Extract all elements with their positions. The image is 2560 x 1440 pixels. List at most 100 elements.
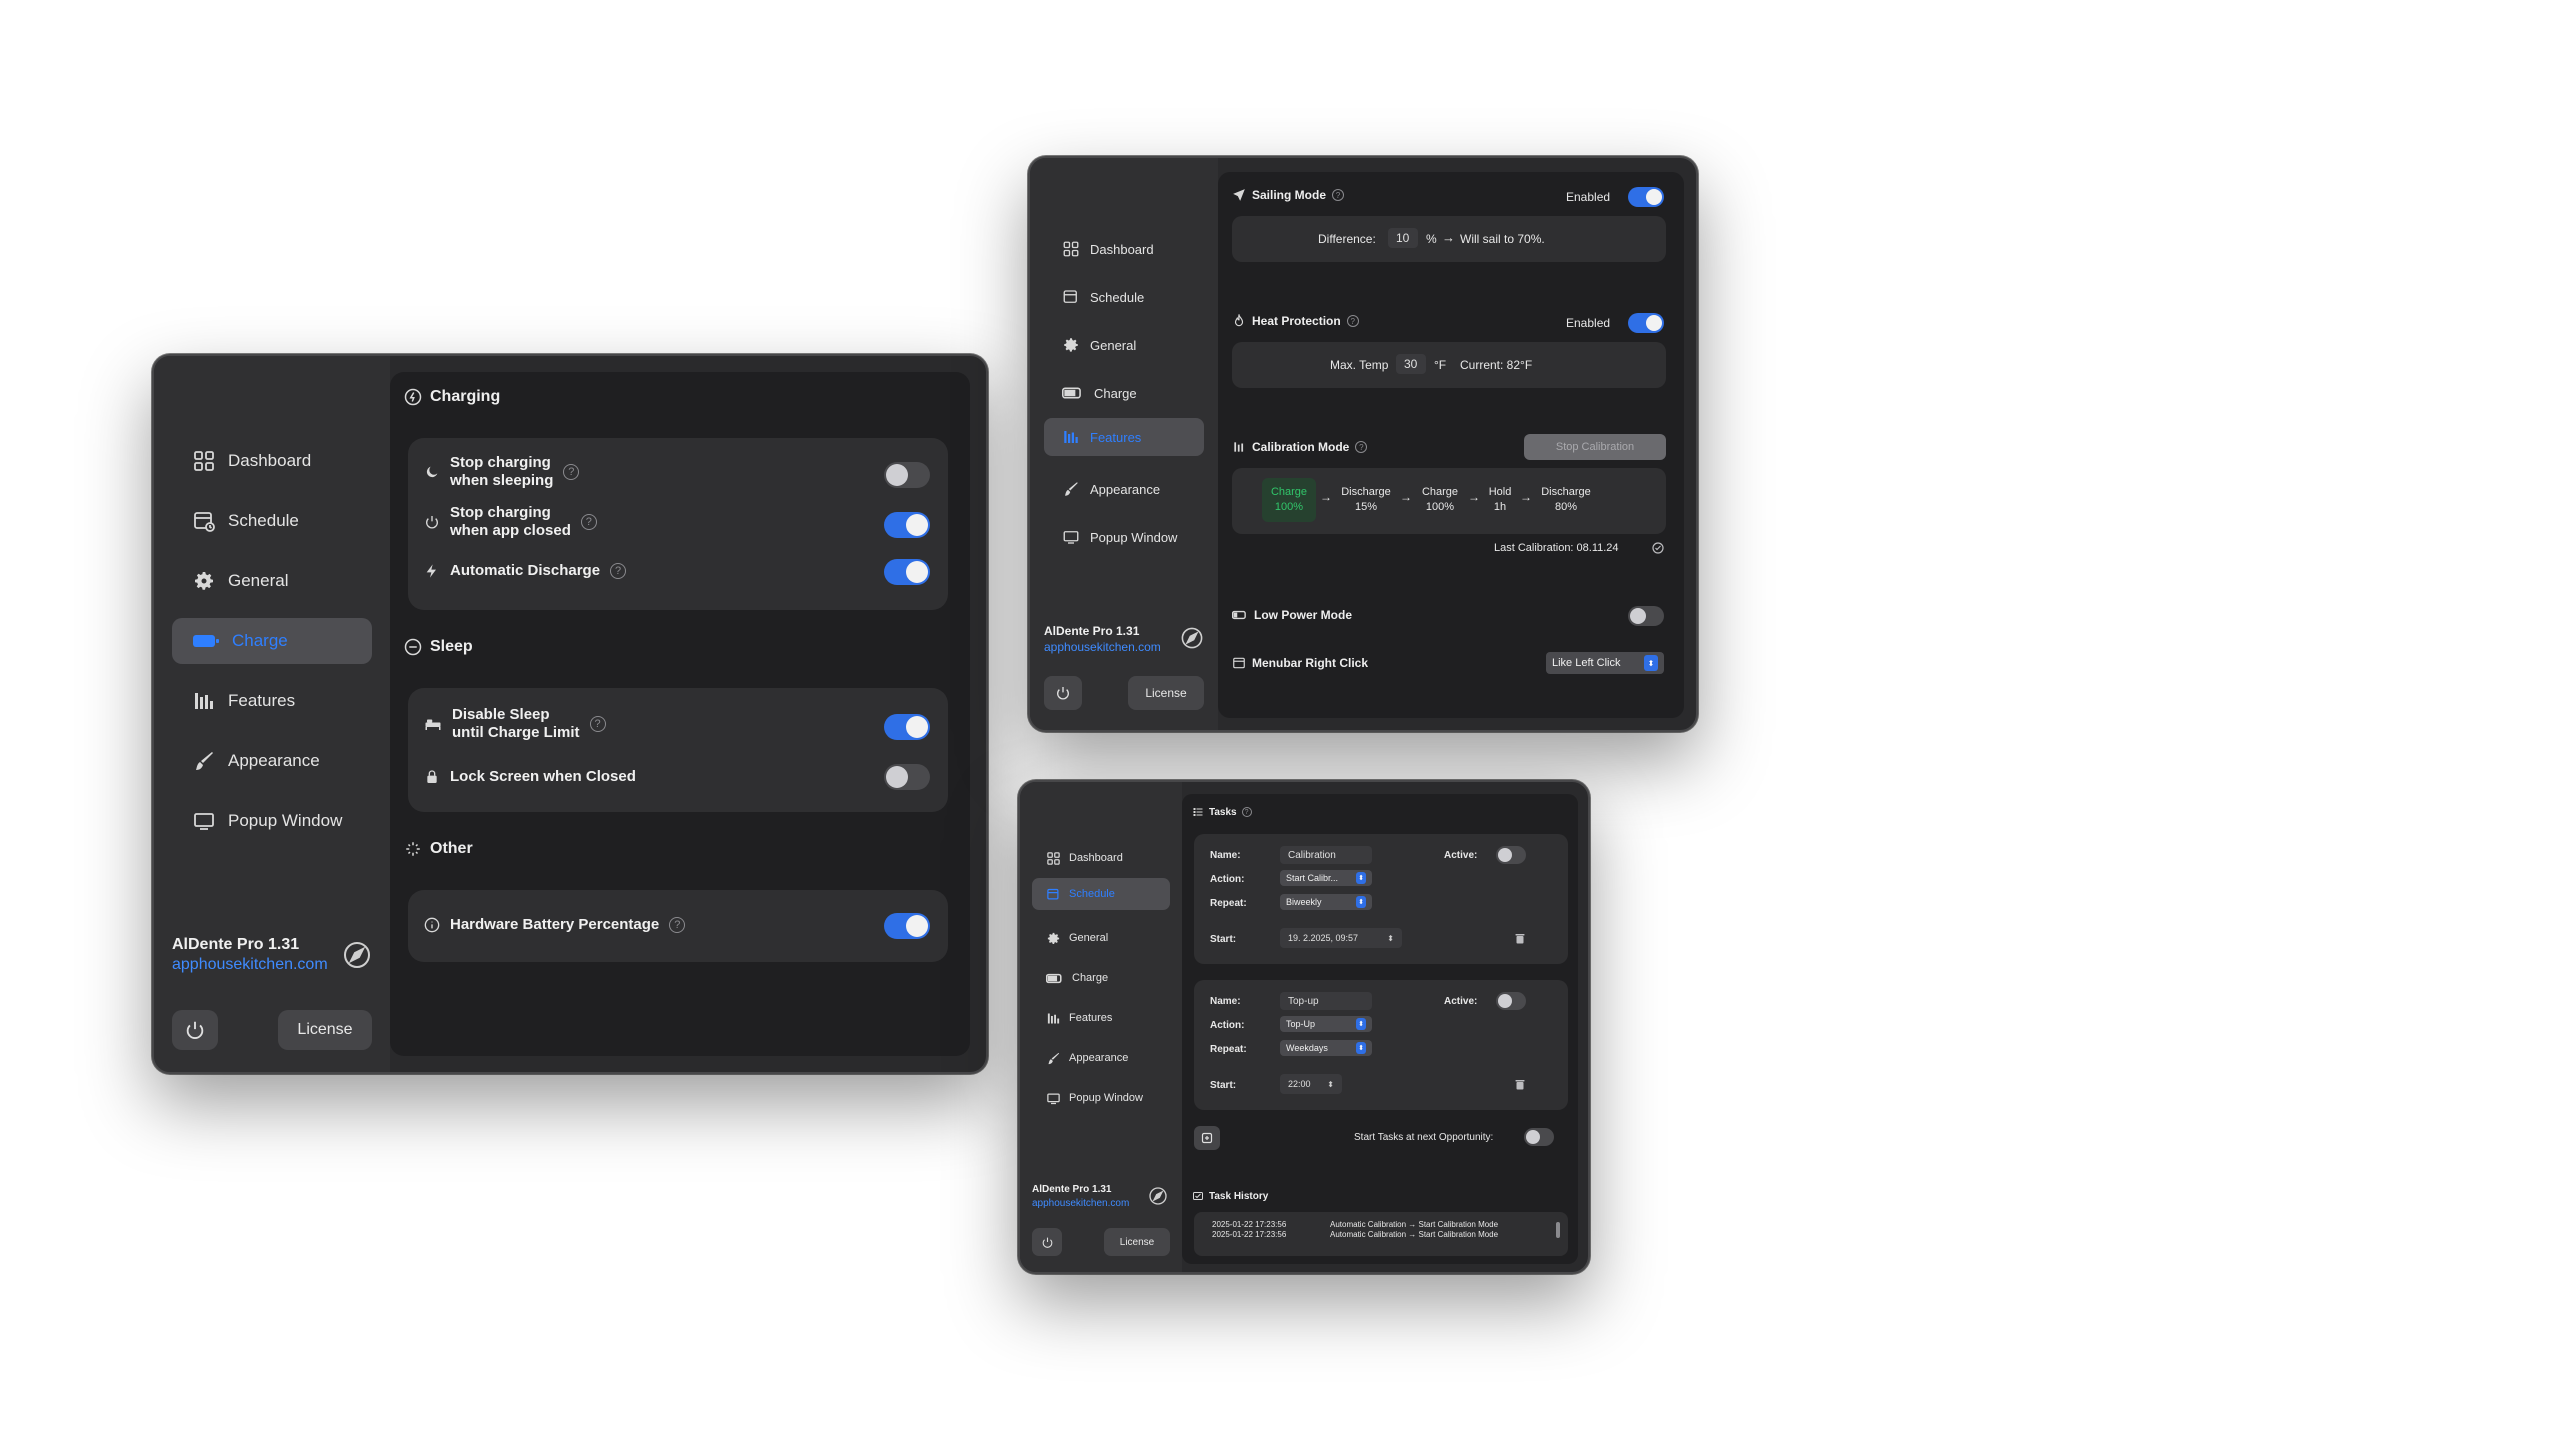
max-temp-input[interactable]: 30 [1396, 354, 1426, 374]
sidebar-item-features[interactable]: Features [1044, 418, 1204, 456]
power-button[interactable] [172, 1010, 218, 1050]
sidebar-item-charge[interactable]: Charge [172, 618, 372, 664]
sidebar-item-dashboard[interactable]: Dashboard [1044, 232, 1204, 266]
gear-icon [195, 572, 213, 590]
sidebar-item-general[interactable]: General [172, 558, 372, 604]
sidebar-item-schedule[interactable]: Schedule [172, 498, 372, 544]
history-time: 2025-01-22 17:23:56 [1212, 1220, 1287, 1229]
task-start-input[interactable]: 19. 2.2025, 09:57 ⬍ [1280, 928, 1402, 948]
sidebar-item-charge[interactable]: Charge [1032, 964, 1170, 992]
help-icon[interactable]: ? [589, 716, 606, 732]
power-icon [426, 516, 438, 529]
sidebar-item-general[interactable]: General [1044, 328, 1204, 362]
website-link[interactable]: apphousekitchen.com [1032, 1198, 1129, 1209]
sidebar-item-label: Dashboard [228, 451, 312, 470]
step-arrow: → [1468, 490, 1480, 504]
task-active-toggle[interactable] [1496, 992, 1526, 1010]
sidebar-item-label: Charge [232, 631, 288, 650]
sidebar-item-features[interactable]: Features [1032, 1004, 1170, 1032]
sidebar: Dashboard Schedule General Charge Featur… [1020, 782, 1182, 1272]
low-power-mode-toggle[interactable] [1628, 606, 1664, 626]
popup-window-icon [194, 813, 214, 830]
heat-protection-toggle[interactable] [1628, 313, 1664, 333]
trash-icon[interactable] [1514, 1078, 1526, 1091]
check-icon [1652, 542, 1664, 554]
trash-icon[interactable] [1514, 932, 1526, 945]
section-calibration-mode: Calibration Mode ? [1232, 440, 1368, 454]
stop-charging-sleeping-row: Stop charging when sleeping ? [424, 454, 580, 490]
help-icon[interactable]: ? [669, 916, 686, 933]
menubar-right-click-select[interactable]: Like Left Click ⬍ [1546, 652, 1664, 674]
flame-icon [1234, 314, 1244, 327]
hardware-battery-toggle[interactable] [884, 913, 930, 939]
calibration-step: Hold 1h [1488, 486, 1512, 513]
license-button[interactable]: License [1128, 676, 1204, 710]
license-button[interactable]: License [278, 1010, 372, 1050]
calibration-step: Discharge 80% [1541, 486, 1591, 513]
brush-icon [1048, 1052, 1060, 1064]
help-icon[interactable]: ? [1332, 189, 1345, 201]
help-icon[interactable]: ? [1355, 441, 1368, 453]
sidebar-item-dashboard[interactable]: Dashboard [1032, 844, 1170, 872]
website-link[interactable]: apphousekitchen.com [1044, 640, 1161, 654]
sidebar-item-schedule[interactable]: Schedule [1032, 878, 1170, 910]
sidebar-item-schedule[interactable]: Schedule [1044, 280, 1204, 314]
task-action-select[interactable]: Top-Up ⬍ [1280, 1016, 1372, 1032]
sidebar-item-appearance[interactable]: Appearance [1032, 1044, 1170, 1072]
task-name-input[interactable]: Top-up [1280, 992, 1372, 1010]
help-icon[interactable]: ? [610, 562, 627, 579]
lock-screen-toggle[interactable] [884, 764, 930, 790]
repeat-label: Repeat: [1210, 898, 1247, 909]
license-button[interactable]: License [1104, 1228, 1170, 1256]
chevron-updown-icon: ⬍ [1356, 1042, 1366, 1054]
sidebar-item-popup-window[interactable]: Popup Window [172, 798, 372, 844]
stop-calibration-button[interactable]: Stop Calibration [1524, 434, 1666, 460]
help-icon[interactable]: ? [1241, 807, 1252, 817]
schedule-icon [1063, 290, 1077, 303]
action-label: Action: [1210, 1020, 1245, 1031]
sleep-card: Disable Sleep until Charge Limit ? Lock S… [408, 688, 948, 812]
start-next-opportunity-toggle[interactable] [1524, 1128, 1554, 1146]
stop-charging-sleeping-toggle[interactable] [884, 462, 930, 488]
heat-enabled-label: Enabled [1566, 316, 1611, 330]
compass-icon [1181, 627, 1203, 649]
brush-icon [1065, 482, 1078, 496]
sidebar-item-dashboard[interactable]: Dashboard [172, 438, 372, 484]
task-repeat-select[interactable]: Biweekly ⬍ [1280, 894, 1372, 910]
stop-charging-app-closed-toggle[interactable] [884, 512, 930, 538]
task-action-select[interactable]: Start Calibr... ⬍ [1280, 870, 1372, 886]
brush-icon [196, 752, 213, 770]
help-icon[interactable]: ? [580, 514, 597, 530]
sidebar-item-appearance[interactable]: Appearance [172, 738, 372, 784]
sidebar-item-popup-window[interactable]: Popup Window [1032, 1084, 1170, 1112]
sidebar-item-label: Dashboard [1069, 852, 1123, 864]
task-name-input[interactable]: Calibration [1280, 846, 1372, 864]
website-link[interactable]: apphousekitchen.com [172, 956, 328, 974]
power-button[interactable] [1032, 1228, 1062, 1256]
difference-input[interactable]: 10 [1388, 228, 1418, 248]
task-repeat-select[interactable]: Weekdays ⬍ [1280, 1040, 1372, 1056]
sidebar-item-charge[interactable]: Charge [1044, 376, 1204, 410]
help-icon[interactable]: ? [563, 464, 580, 480]
task-start-input[interactable]: 22:00 ⬍ [1280, 1074, 1342, 1094]
sidebar-item-popup-window[interactable]: Popup Window [1044, 520, 1204, 554]
power-button[interactable] [1044, 676, 1082, 710]
sidebar-item-label: General [1069, 932, 1109, 944]
app-name: AlDente Pro 1.31 [172, 936, 300, 953]
step-arrow: → [1520, 490, 1532, 504]
bed-icon [425, 719, 441, 730]
automatic-discharge-toggle[interactable] [884, 559, 930, 585]
sidebar-item-appearance[interactable]: Appearance [1044, 472, 1204, 506]
sidebar-item-general[interactable]: General [1032, 924, 1170, 952]
sidebar-item-features[interactable]: Features [172, 678, 372, 724]
disable-sleep-toggle[interactable] [884, 714, 930, 740]
section-low-power-mode: Low Power Mode [1232, 608, 1352, 622]
help-icon[interactable]: ? [1346, 315, 1359, 327]
sailing-mode-toggle[interactable] [1628, 187, 1664, 207]
add-task-button[interactable] [1194, 1126, 1220, 1150]
sparkle-icon [406, 842, 420, 856]
history-scrollbar[interactable] [1556, 1222, 1560, 1238]
sidebar-item-label: General [228, 571, 289, 590]
task-active-toggle[interactable] [1496, 846, 1526, 864]
sidebar-item-label: Popup Window [1069, 1092, 1143, 1104]
